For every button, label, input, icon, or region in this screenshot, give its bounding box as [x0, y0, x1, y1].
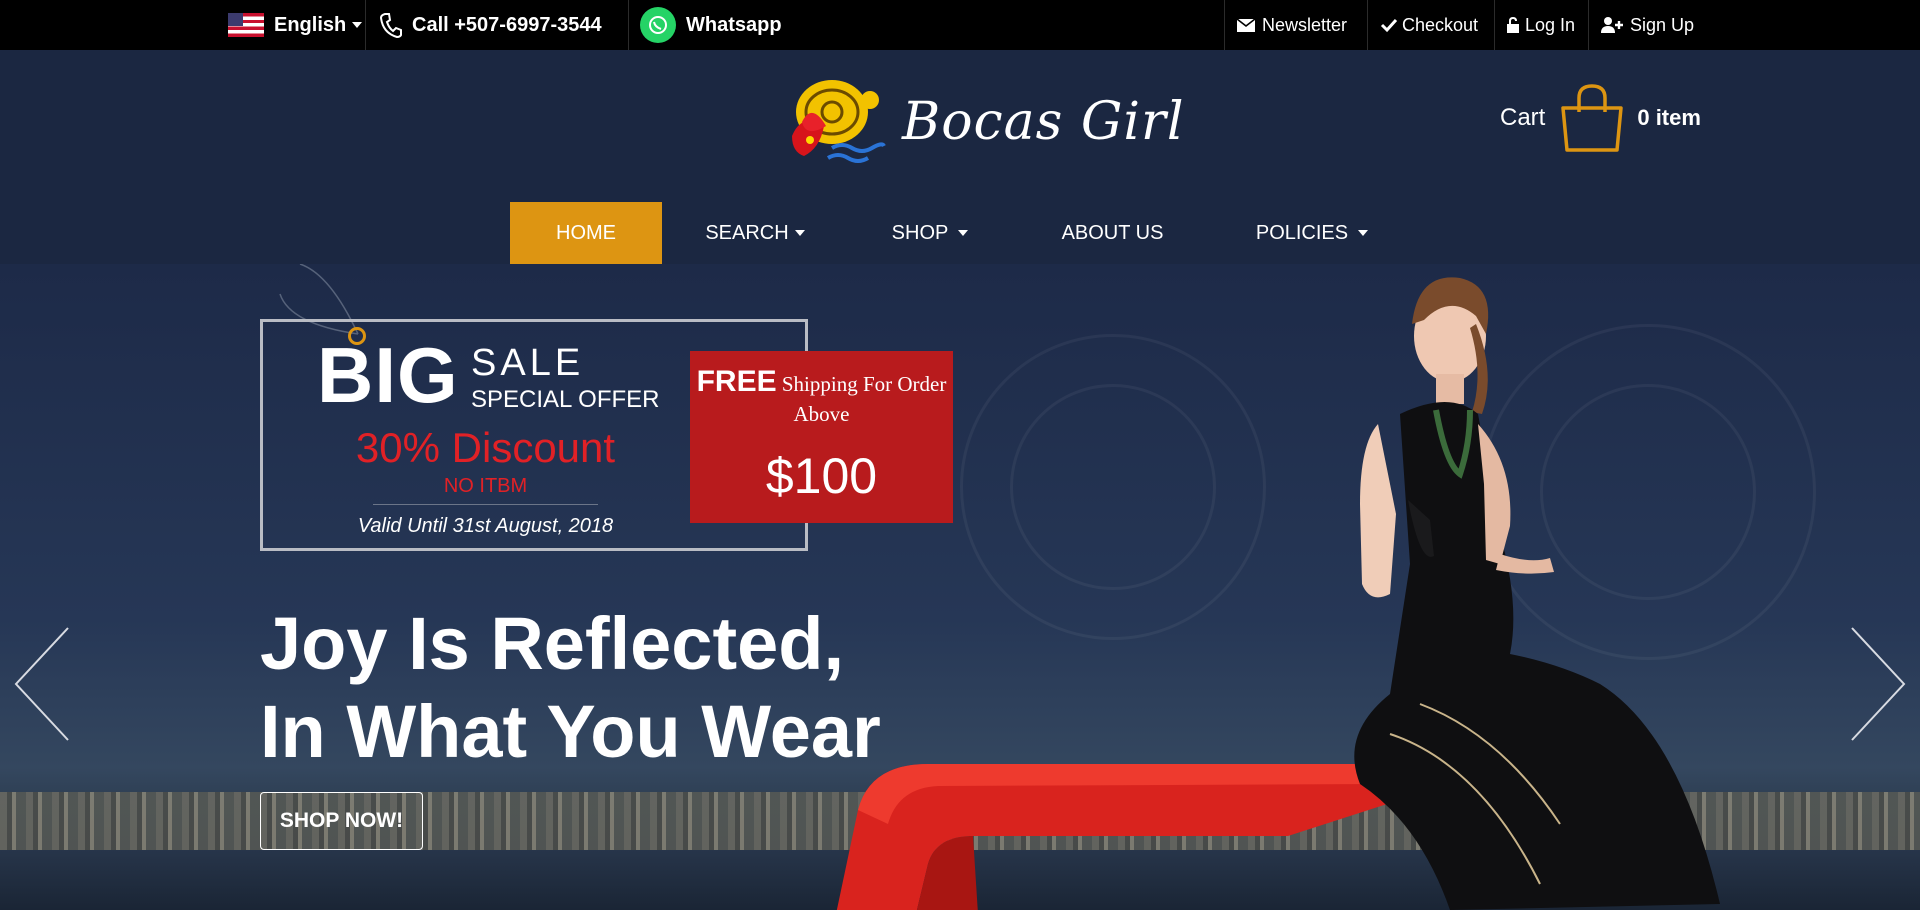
checkout-label: Checkout	[1402, 14, 1479, 35]
hero-slider: BIG SALE SPECIAL OFFER 30% Discount NO I…	[0, 264, 1920, 910]
turtle-hibiscus-logo-icon	[792, 80, 886, 163]
language-selector[interactable]: English	[228, 0, 363, 50]
headline-line-2: In What You Wear	[260, 690, 881, 773]
nav-label: POLICIES	[1255, 221, 1349, 244]
shop-now-button[interactable]: SHOP NOW!	[260, 792, 423, 850]
top-bar: English Call +507-6997-3544 Whatsapp New…	[0, 0, 1920, 50]
chevron-down-icon	[352, 22, 363, 28]
phone-icon	[380, 13, 402, 38]
language-label: English	[274, 13, 347, 36]
divider	[1367, 0, 1368, 50]
nav-label: HOME	[556, 221, 616, 244]
signup-link[interactable]: Sign Up	[1600, 0, 1694, 50]
big-text: BIG	[317, 331, 459, 419]
model-photo	[1354, 277, 1720, 910]
nav-item-home[interactable]: HOME	[510, 202, 662, 264]
nav-label: SHOP	[891, 221, 949, 244]
divider	[1224, 0, 1225, 50]
special-offer-text: SPECIAL OFFER	[471, 386, 660, 413]
chevron-down-icon	[958, 230, 969, 236]
free-label: FREE	[696, 365, 777, 398]
chevron-down-icon	[794, 230, 805, 236]
whatsapp-label: Whatsapp	[686, 13, 782, 36]
whatsapp-link[interactable]: Whatsapp	[640, 0, 782, 50]
newsletter-link[interactable]: Newsletter	[1236, 0, 1347, 50]
chevron-down-icon	[1358, 230, 1369, 236]
nav-item-about-us[interactable]: ABOUT US	[1040, 202, 1185, 264]
phone-label: Call +507-6997-3544	[412, 13, 602, 36]
logo[interactable]: Bocas Girl	[772, 70, 1185, 174]
valid-until-text: Valid Until 31st August, 2018	[357, 515, 614, 537]
background-ornament	[1010, 384, 1216, 590]
cart-widget[interactable]: Cart 0 item	[1500, 82, 1701, 154]
free-shipping-badge: FREE Shipping For Order Above $100	[690, 351, 953, 523]
hero-headline: Joy Is Reflected, In What You Wear	[260, 600, 881, 776]
signup-label: Sign Up	[1630, 14, 1695, 35]
divider	[628, 0, 629, 50]
login-link[interactable]: Log In	[1506, 0, 1575, 50]
slider-next-arrow-icon[interactable]	[1848, 624, 1908, 744]
divider	[365, 0, 366, 50]
check-icon	[1380, 18, 1398, 33]
headline-line-1: Joy Is Reflected,	[260, 602, 845, 685]
main-nav: HOME SEARCH SHOP ABOUT US POLICIES	[0, 202, 1920, 265]
free-shipping-text: FREE Shipping For Order Above	[690, 367, 953, 429]
cart-count: 0 item	[1637, 105, 1701, 130]
nav-label: ABOUT US	[1061, 221, 1164, 244]
newsletter-label: Newsletter	[1262, 14, 1348, 35]
discount-text: 30% Discount	[355, 424, 616, 471]
whatsapp-icon	[640, 7, 676, 43]
divider	[1494, 0, 1495, 50]
site-header: Bocas Girl Cart 0 item	[0, 50, 1920, 203]
shipping-threshold-price: $100	[765, 448, 878, 504]
logo-text: Bocas Girl	[902, 92, 1185, 152]
no-itbm-text: NO ITBM	[443, 475, 528, 497]
shopping-bag-icon	[1561, 84, 1624, 152]
envelope-icon	[1236, 18, 1256, 32]
user-plus-icon	[1601, 17, 1623, 33]
nav-label: SEARCH	[705, 221, 789, 244]
checkout-link[interactable]: Checkout	[1380, 0, 1478, 50]
slider-prev-arrow-icon[interactable]	[12, 624, 72, 744]
lock-icon	[1507, 16, 1519, 33]
login-label: Log In	[1525, 14, 1576, 35]
divider	[373, 504, 598, 505]
shipping-label: Shipping For Order Above	[781, 372, 947, 426]
nav-item-shop[interactable]: SHOP	[860, 202, 1000, 264]
divider	[1588, 0, 1589, 50]
sale-text: SALE	[471, 342, 585, 384]
us-flag-icon	[228, 13, 264, 37]
phone-link[interactable]: Call +507-6997-3544	[380, 0, 602, 50]
nav-item-search[interactable]: SEARCH	[680, 202, 830, 264]
nav-item-policies[interactable]: POLICIES	[1232, 202, 1392, 264]
cart-label: Cart	[1500, 104, 1546, 131]
